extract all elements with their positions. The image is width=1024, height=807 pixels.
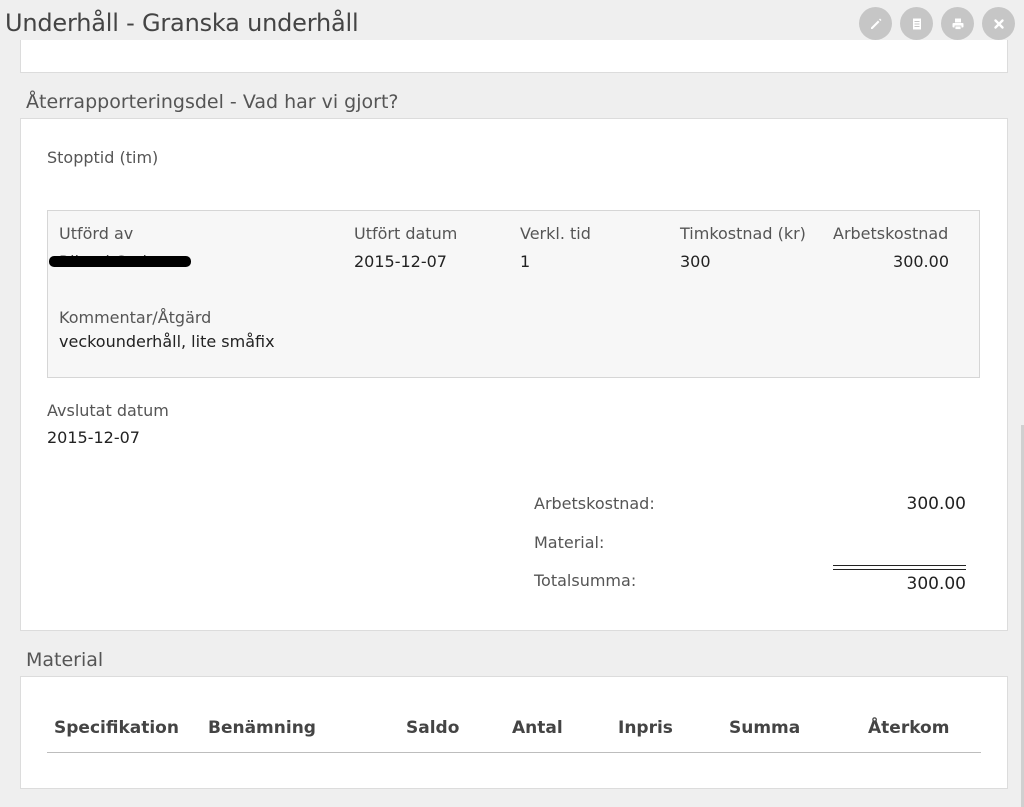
closed-date-value: 2015-12-07 (47, 428, 140, 447)
close-button[interactable] (982, 7, 1015, 40)
column-header-quantity[interactable]: Antal (512, 718, 563, 738)
comment-value: veckounderhåll, lite småfix (59, 332, 275, 351)
stop-time-label: Stopptid (tim) (47, 148, 159, 167)
actual-time-value: 1 (520, 252, 531, 271)
summary-labor-value: 300.00 (906, 494, 966, 514)
performed-by-label: Utförd av (59, 224, 134, 243)
actual-time-label: Verkl. tid (520, 224, 591, 243)
document-icon (912, 18, 921, 29)
closed-date-label: Avslutat datum (47, 401, 169, 420)
column-header-name[interactable]: Benämning (208, 718, 316, 738)
total-divider-top (833, 565, 966, 566)
total-divider-bottom (833, 569, 966, 570)
close-icon (993, 18, 1004, 29)
report-section-heading: Återrapporteringsdel - Vad har vi gjort? (26, 91, 399, 113)
performed-date-label: Utfört datum (354, 224, 458, 243)
redaction-bar (49, 256, 191, 267)
comment-label: Kommentar/Åtgärd (59, 308, 212, 327)
pencil-icon (870, 18, 881, 29)
column-header-balance[interactable]: Saldo (406, 718, 459, 738)
summary-material-label: Material: (534, 533, 605, 552)
hourly-cost-label: Timkostnad (kr) (680, 224, 806, 243)
performed-date-value: 2015-12-07 (354, 252, 447, 271)
column-header-unit-price[interactable]: Inpris (618, 718, 673, 738)
summary-total-label: Totalsumma: (534, 571, 637, 590)
printer-icon (952, 18, 963, 30)
edit-button[interactable] (859, 7, 892, 40)
labor-cost-value: 300.00 (893, 252, 949, 271)
column-header-sum[interactable]: Summa (729, 718, 800, 738)
column-header-specification[interactable]: Specifikation (54, 718, 179, 738)
previous-section-panel (20, 40, 1008, 73)
summary-labor-label: Arbetskostnad: (534, 494, 655, 513)
hourly-cost-value: 300 (680, 252, 711, 271)
page-title: Underhåll - Granska underhåll (5, 9, 359, 37)
material-section-heading: Material (26, 649, 104, 671)
labor-cost-label: Arbetskostnad (833, 224, 949, 243)
table-header-divider (47, 752, 981, 753)
print-button[interactable] (941, 7, 974, 40)
copy-button[interactable] (900, 7, 933, 40)
summary-total-value: 300.00 (906, 574, 966, 594)
column-header-return[interactable]: Återkom (868, 718, 949, 738)
